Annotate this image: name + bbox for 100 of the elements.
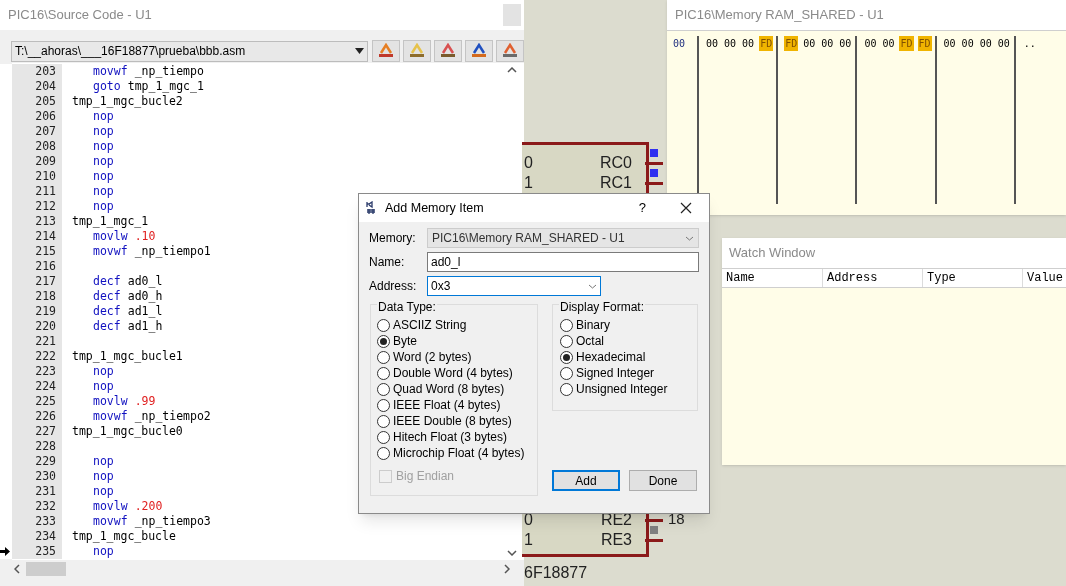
option-label: Microchip Float (4 bytes) bbox=[393, 445, 525, 462]
code-keyword: nop bbox=[93, 469, 114, 484]
column-header[interactable]: Type bbox=[922, 269, 1022, 287]
memory-byte: 00 bbox=[978, 37, 993, 51]
memory-byte: FD bbox=[759, 36, 774, 51]
code-label: tmp_1_mgc_bucle1 bbox=[72, 349, 183, 364]
line-number: 215 bbox=[12, 244, 62, 259]
pin-number: 18 bbox=[668, 510, 685, 528]
line-number: 217 bbox=[12, 274, 62, 289]
line-number: 223 bbox=[12, 364, 62, 379]
option-label: Quad Word (8 bytes) bbox=[393, 381, 505, 398]
memory-byte: 00 bbox=[942, 37, 957, 51]
line-number: 230 bbox=[12, 469, 62, 484]
line-number: 213 bbox=[12, 214, 62, 229]
code-label: tmp_1_mgc_1 bbox=[72, 214, 149, 229]
code-operand: _np_tiempo bbox=[134, 64, 204, 79]
code-keyword: decf bbox=[93, 319, 121, 334]
option-label: Byte bbox=[393, 333, 417, 350]
line-number: 221 bbox=[12, 334, 62, 349]
memory-byte: 00 bbox=[838, 37, 853, 51]
code-keyword: nop bbox=[93, 124, 114, 139]
file-dropdown[interactable]: T:\__ahoras\___16F18877\prueba\bbb.asm bbox=[11, 40, 368, 62]
line-number: 214 bbox=[12, 229, 62, 244]
memory-address: 00 bbox=[672, 37, 687, 51]
line-number: 206 bbox=[12, 109, 62, 124]
line-number: 233 bbox=[12, 514, 62, 529]
field-label: Address: bbox=[369, 278, 418, 295]
line-number: 234 bbox=[12, 529, 62, 544]
option-label: Unsigned Integer bbox=[576, 381, 668, 398]
memory-byte: FD bbox=[784, 36, 799, 51]
code-keyword: nop bbox=[93, 544, 114, 559]
line-number: 222 bbox=[12, 349, 62, 364]
code-keyword: movwf bbox=[93, 514, 128, 529]
code-keyword: decf bbox=[93, 304, 121, 319]
line-number: 216 bbox=[12, 259, 62, 274]
code-keyword: nop bbox=[93, 484, 114, 499]
code-keyword: goto bbox=[93, 79, 121, 94]
field-label: Memory: bbox=[369, 230, 417, 247]
dialog-button[interactable]: Add bbox=[552, 470, 620, 491]
line-number: 231 bbox=[12, 484, 62, 499]
pin-label: 0 bbox=[524, 153, 534, 173]
line-number: 228 bbox=[12, 439, 62, 454]
option-label: Double Word (4 bytes) bbox=[393, 365, 513, 382]
memory-byte: FD bbox=[899, 36, 914, 51]
line-number: 226 bbox=[12, 409, 62, 424]
memory-byte: 00 bbox=[723, 37, 738, 51]
line-number: 203 bbox=[12, 64, 62, 79]
code-label: tmp_1_mgc_bucle2 bbox=[72, 94, 183, 109]
code-keyword: movwf bbox=[93, 244, 128, 259]
memory-byte: 00 bbox=[705, 37, 720, 51]
line-number: 218 bbox=[12, 289, 62, 304]
name-field[interactable]: ad0_l bbox=[427, 252, 699, 272]
code-keyword: movlw bbox=[93, 394, 128, 409]
field-label: Name: bbox=[369, 254, 406, 271]
line-number: 212 bbox=[12, 199, 62, 214]
column-header[interactable]: Name bbox=[722, 269, 822, 287]
code-keyword: movlw bbox=[93, 229, 128, 244]
code-operand: _np_tiempo1 bbox=[134, 244, 211, 259]
code-keyword: nop bbox=[93, 379, 114, 394]
pin-label: 1 bbox=[524, 173, 534, 193]
option-label: Octal bbox=[576, 333, 604, 350]
memory-byte: 00 bbox=[996, 37, 1011, 51]
line-number: 210 bbox=[12, 169, 62, 184]
pin-label: RC0 bbox=[599, 153, 632, 173]
code-operand: _np_tiempo2 bbox=[134, 409, 211, 424]
option-label: IEEE Float (4 bytes) bbox=[393, 397, 501, 414]
code-operand: ad1_l bbox=[127, 304, 163, 319]
line-number: 204 bbox=[12, 79, 62, 94]
memory-dropdown[interactable]: PIC16\Memory RAM_SHARED - U1 bbox=[427, 228, 699, 248]
code-label: tmp_1_mgc_bucle bbox=[72, 529, 176, 544]
memory-ascii: .. bbox=[1023, 37, 1036, 51]
help-button[interactable]: ? bbox=[638, 198, 646, 218]
code-operand: ad0_l bbox=[127, 274, 163, 289]
dialog-title: Add Memory Item bbox=[385, 199, 484, 217]
code-keyword: nop bbox=[93, 169, 114, 184]
address-field[interactable]: 0x3 bbox=[427, 276, 601, 296]
line-number: 211 bbox=[12, 184, 62, 199]
dialog-button[interactable]: Done bbox=[629, 470, 697, 491]
pin-label: RE3 bbox=[599, 530, 632, 550]
line-number: 220 bbox=[12, 319, 62, 334]
column-header[interactable]: Address bbox=[822, 269, 922, 287]
line-number: 227 bbox=[12, 424, 62, 439]
option-label: Signed Integer bbox=[576, 365, 655, 382]
code-keyword: nop bbox=[93, 184, 114, 199]
column-header[interactable]: Value bbox=[1022, 269, 1066, 287]
code-keyword: nop bbox=[93, 364, 114, 379]
code-keyword: nop bbox=[93, 139, 114, 154]
window-title: PIC16\Memory RAM_SHARED - U1 bbox=[675, 6, 884, 25]
code-keyword: nop bbox=[93, 154, 114, 169]
option-label: Binary bbox=[576, 317, 610, 334]
option-label: Hitech Float (3 bytes) bbox=[393, 429, 508, 446]
code-keyword: decf bbox=[93, 289, 121, 304]
option-label: IEEE Double (8 bytes) bbox=[393, 413, 512, 430]
code-operand: _np_tiempo3 bbox=[134, 514, 211, 529]
code-keyword: movlw bbox=[93, 499, 128, 514]
memory-byte: FD bbox=[917, 36, 932, 51]
code-label: tmp_1_mgc_bucle0 bbox=[72, 424, 183, 439]
code-number: .200 bbox=[134, 499, 163, 514]
code-number: .99 bbox=[134, 394, 156, 409]
line-number: 205 bbox=[12, 94, 62, 109]
